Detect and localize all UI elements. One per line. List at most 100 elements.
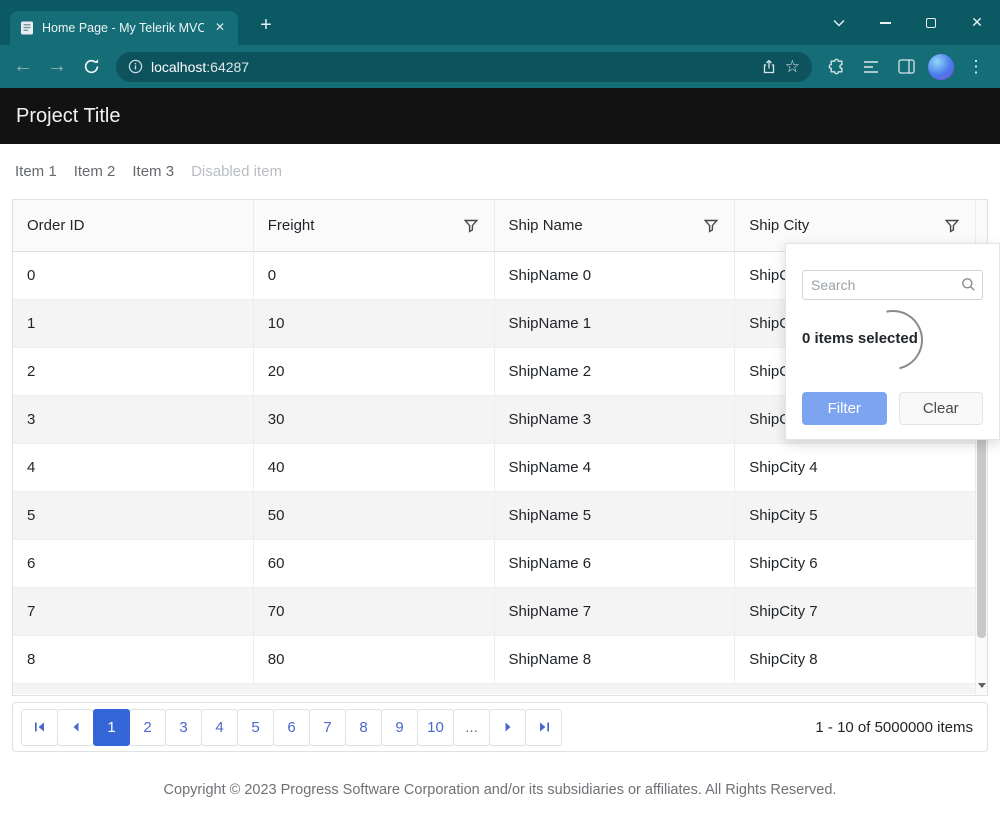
menu-item-disabled: Disabled item — [191, 163, 282, 180]
menu-item-3[interactable]: Item 3 — [132, 163, 174, 180]
reload-button[interactable] — [74, 50, 108, 84]
browser-menu-icon[interactable]: ⋮ — [960, 51, 992, 83]
table-row: 4 40 ShipName 4 ShipCity 4 — [13, 444, 987, 492]
page-button-6[interactable]: 6 — [273, 709, 310, 746]
page-button-1[interactable]: 1 — [93, 709, 130, 746]
toolbar-right-icons: ⋮ — [820, 51, 994, 83]
close-window-button[interactable]: ✕ — [954, 0, 1000, 45]
cell-freight: 20 — [253, 348, 494, 395]
cell-ship-city: ShipCity 4 — [734, 444, 975, 491]
profile-avatar[interactable] — [925, 51, 957, 83]
grid-pager: 1 2 3 4 5 6 7 8 9 10 ... 1 - 10 of 50000… — [12, 702, 988, 752]
cell-ship-city: ShipCity 7 — [734, 588, 975, 635]
extensions-puzzle-icon[interactable] — [820, 51, 852, 83]
loading-spinner-icon — [852, 299, 935, 382]
previous-page-button[interactable] — [57, 709, 94, 746]
window-controls: ✕ — [816, 0, 1000, 45]
tab-close-icon[interactable]: ✕ — [211, 19, 229, 37]
clear-button[interactable]: Clear — [899, 392, 984, 425]
cell-ship-city: ShipCity 6 — [734, 540, 975, 587]
cell-freight: 70 — [253, 588, 494, 635]
next-page-button[interactable] — [489, 709, 526, 746]
filter-funnel-icon[interactable] — [937, 211, 967, 241]
filter-popup: 0 items selected Filter Clear — [785, 243, 1000, 440]
avatar — [928, 54, 954, 80]
cell-ship-name: ShipName 6 — [494, 540, 735, 587]
site-info-icon[interactable] — [128, 59, 143, 74]
tab-title: Home Page - My Telerik MVC App — [42, 21, 204, 35]
new-tab-button[interactable]: + — [252, 12, 280, 40]
menu-item-1[interactable]: Item 1 — [15, 163, 57, 180]
address-bar[interactable]: localhost:64287 ☆ — [116, 52, 812, 82]
tab-search-chevron-icon[interactable] — [816, 0, 862, 45]
cell-ship-city: ShipCity 5 — [734, 492, 975, 539]
back-button[interactable]: ← — [6, 50, 40, 84]
column-header-ship-name[interactable]: Ship Name — [494, 200, 735, 251]
browser-window: Home Page - My Telerik MVC App ✕ + ✕ ← →… — [0, 0, 1000, 823]
search-field-wrap — [802, 270, 983, 300]
maximize-button[interactable] — [908, 0, 954, 45]
site-header: Project Title — [0, 88, 1000, 144]
cell-ship-name: ShipName 0 — [494, 252, 735, 299]
filter-funnel-icon[interactable] — [696, 211, 726, 241]
filter-button[interactable]: Filter — [802, 392, 887, 425]
cell-order-id: 7 — [13, 588, 253, 635]
first-page-icon — [34, 722, 46, 732]
search-input[interactable] — [802, 270, 983, 300]
cell-order-id: 0 — [13, 252, 253, 299]
page-button-9[interactable]: 9 — [381, 709, 418, 746]
browser-toolbar: ← → localhost:64287 ☆ — [0, 45, 1000, 88]
cell-order-id: 1 — [13, 300, 253, 347]
share-icon[interactable] — [761, 59, 777, 75]
minimize-icon — [880, 22, 891, 24]
last-page-icon — [538, 722, 550, 732]
last-page-button[interactable] — [525, 709, 562, 746]
tab-strip: Home Page - My Telerik MVC App ✕ + ✕ — [0, 0, 1000, 45]
pinned-extension-icon[interactable] — [855, 51, 887, 83]
cell-ship-name: ShipName 3 — [494, 396, 735, 443]
minimize-button[interactable] — [862, 0, 908, 45]
cell-freight: 10 — [253, 300, 494, 347]
more-pages-button[interactable]: ... — [453, 709, 490, 746]
cell-freight: 40 — [253, 444, 494, 491]
bookmark-star-icon[interactable]: ☆ — [785, 58, 800, 75]
page-button-5[interactable]: 5 — [237, 709, 274, 746]
column-title: Ship Name — [509, 217, 583, 234]
page-button-4[interactable]: 4 — [201, 709, 238, 746]
first-page-button[interactable] — [21, 709, 58, 746]
page-button-10[interactable]: 10 — [417, 709, 454, 746]
browser-tab[interactable]: Home Page - My Telerik MVC App ✕ — [10, 11, 238, 45]
column-header-freight[interactable]: Freight — [253, 200, 494, 251]
cell-order-id: 5 — [13, 492, 253, 539]
side-panel-icon[interactable] — [890, 51, 922, 83]
page-button-7[interactable]: 7 — [309, 709, 346, 746]
table-row: 7 70 ShipName 7 ShipCity 7 — [13, 588, 987, 636]
page-button-3[interactable]: 3 — [165, 709, 202, 746]
cell-freight: 60 — [253, 540, 494, 587]
url-text: localhost:64287 — [151, 59, 249, 75]
scrollbar-down-arrow-icon[interactable] — [976, 683, 987, 692]
cell-ship-name: ShipName 7 — [494, 588, 735, 635]
column-title: Order ID — [27, 217, 85, 234]
cell-ship-name: ShipName 4 — [494, 444, 735, 491]
next-page-icon — [503, 722, 513, 732]
cell-order-id: 4 — [13, 444, 253, 491]
cell-ship-city: ShipCity 8 — [734, 636, 975, 683]
cell-ship-name: ShipName 8 — [494, 636, 735, 683]
cell-freight: 0 — [253, 252, 494, 299]
page-button-2[interactable]: 2 — [129, 709, 166, 746]
popup-buttons: Filter Clear — [802, 392, 983, 425]
column-title: Freight — [268, 217, 315, 234]
table-row: 5 50 ShipName 5 ShipCity 5 — [13, 492, 987, 540]
url-host: localhost — [151, 59, 206, 75]
forward-button[interactable]: → — [40, 50, 74, 84]
menu-bar: Item 1 Item 2 Item 3 Disabled item — [0, 144, 1000, 199]
column-header-order-id[interactable]: Order ID — [13, 200, 253, 251]
filter-funnel-icon[interactable] — [456, 211, 486, 241]
page-title: Project Title — [16, 105, 120, 128]
cell-ship-name: ShipName 5 — [494, 492, 735, 539]
cell-ship-name: ShipName 2 — [494, 348, 735, 395]
table-row: 8 80 ShipName 8 ShipCity 8 — [13, 636, 987, 684]
menu-item-2[interactable]: Item 2 — [74, 163, 116, 180]
page-button-8[interactable]: 8 — [345, 709, 382, 746]
